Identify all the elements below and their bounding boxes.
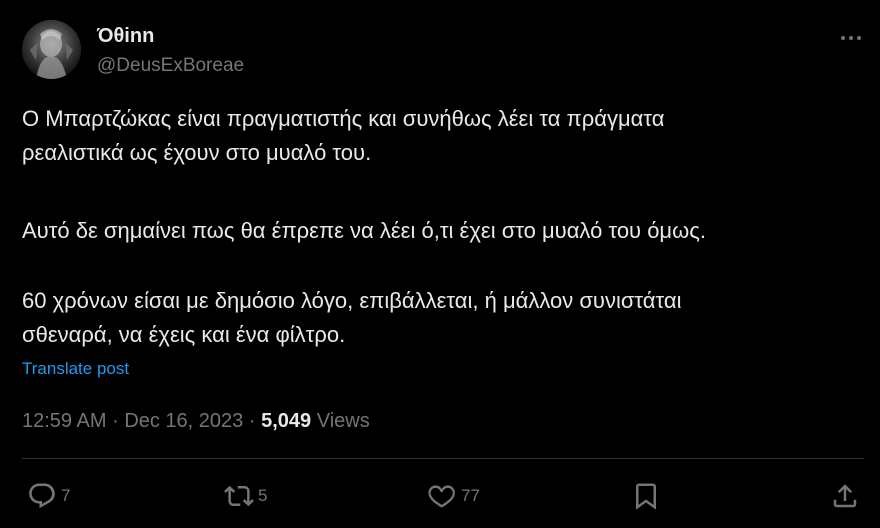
post-paragraph: 60 χρόνων είσαι με δημόσιο λόγο, επιβάλλ… bbox=[22, 288, 682, 347]
share-button[interactable] bbox=[830, 478, 860, 514]
avatar[interactable] bbox=[22, 20, 81, 79]
post-metadata: 12:59 AM · Dec 16, 2023 · 5,049 Views bbox=[22, 408, 370, 434]
meta-separator: · bbox=[112, 410, 119, 432]
translate-post-link[interactable]: Translate post bbox=[22, 358, 129, 380]
like-count: 77 bbox=[461, 486, 480, 505]
more-options-button[interactable] bbox=[836, 26, 866, 50]
bookmark-icon bbox=[636, 483, 656, 510]
reply-count: 7 bbox=[61, 486, 71, 505]
post-paragraph: Ο Μπαρτζώκας είναι πραγματιστής και συνή… bbox=[22, 106, 665, 165]
repost-button[interactable]: 5 bbox=[224, 478, 267, 514]
like-button[interactable]: 77 bbox=[427, 478, 480, 514]
meta-separator: · bbox=[248, 410, 256, 432]
tweet-card: Όθinn @DeusExBoreae Ο Μπαρτζώκας είναι π… bbox=[0, 0, 880, 528]
share-icon bbox=[833, 484, 857, 508]
divider bbox=[22, 458, 864, 459]
repost-icon bbox=[224, 485, 254, 507]
more-horizontal-icon bbox=[841, 36, 861, 40]
views-label: Views bbox=[316, 410, 370, 432]
heart-icon bbox=[428, 485, 455, 508]
reply-icon bbox=[29, 483, 55, 509]
reply-button[interactable]: 7 bbox=[27, 478, 70, 514]
post-time[interactable]: 12:59 AM bbox=[22, 410, 107, 432]
author-display-name[interactable]: Όθinn bbox=[97, 24, 154, 48]
action-bar: 7 5 77 bbox=[0, 478, 880, 514]
author-handle[interactable]: @DeusExBoreae bbox=[97, 54, 244, 78]
views-count[interactable]: 5,049 bbox=[261, 410, 311, 432]
bookmark-button[interactable] bbox=[631, 478, 661, 514]
repost-count: 5 bbox=[258, 486, 268, 505]
avatar-image bbox=[22, 20, 81, 79]
post-date[interactable]: Dec 16, 2023 bbox=[124, 410, 243, 432]
post-paragraph: Αυτό δε σημαίνει πως θα έπρεπε να λέει ό… bbox=[22, 218, 706, 243]
